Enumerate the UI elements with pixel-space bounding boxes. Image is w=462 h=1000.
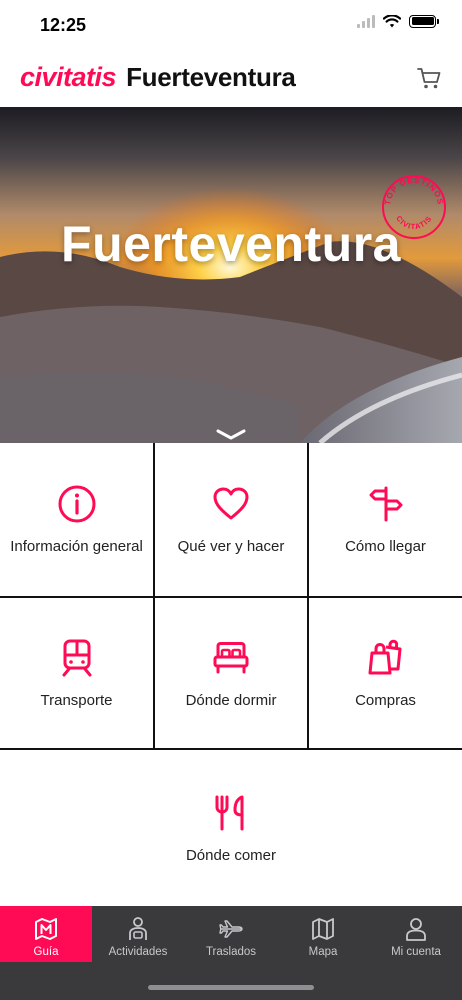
bed-icon	[213, 641, 249, 673]
plane-icon	[219, 920, 243, 938]
city-title: Fuerteventura	[126, 62, 296, 92]
activities-icon	[129, 917, 147, 940]
svg-text:CIVITATIS: CIVITATIS	[394, 214, 434, 231]
user-icon	[406, 918, 426, 941]
wifi-icon	[383, 14, 401, 27]
status-bar: 12:25	[0, 0, 462, 50]
battery-icon	[409, 14, 439, 28]
home-indicator[interactable]	[148, 985, 314, 990]
menu-label: Qué ver y hacer	[177, 538, 285, 555]
hero-landscape-image	[0, 107, 462, 443]
menu-label: Cómo llegar	[345, 538, 426, 555]
signal-icon	[357, 14, 375, 28]
chevron-down-icon[interactable]	[216, 429, 246, 441]
tab-mi-cuenta[interactable]: Mi cuenta	[370, 906, 462, 962]
info-icon	[58, 485, 95, 523]
cutlery-icon	[215, 795, 244, 830]
menu-tile-informacion-general[interactable]: Información general	[0, 443, 153, 596]
menu-tile-que-ver-y-hacer[interactable]: Qué ver y hacer	[155, 443, 307, 596]
tab-label: Guía	[33, 946, 59, 958]
menu-label: Dónde comer	[185, 846, 277, 864]
svg-text:· TOP DESTINOS ·: · TOP DESTINOS ·	[380, 173, 445, 208]
menu-label: Compras	[355, 691, 416, 709]
menu-tile-transporte[interactable]: Transporte	[0, 598, 153, 748]
tab-label: Mi cuenta	[391, 946, 441, 958]
tab-actividades[interactable]: Actividades	[92, 906, 184, 962]
map-icon	[312, 918, 334, 940]
menu-tile-como-llegar[interactable]: Cómo llegar	[309, 443, 462, 596]
status-icons	[357, 14, 439, 28]
tab-guia[interactable]: Guía	[0, 906, 92, 962]
tab-label: Traslados	[205, 946, 257, 958]
app-header: civitatis Fuerteventura	[0, 50, 462, 107]
hero-banner: Fuerteventura · TOP DESTINOS · CIVITATIS	[0, 107, 462, 443]
brand: civitatis Fuerteventura	[20, 62, 296, 93]
tab-label: Actividades	[108, 946, 168, 958]
top-destinos-badge: · TOP DESTINOS · CIVITATIS	[380, 173, 446, 239]
menu-label: Información general	[10, 538, 143, 555]
menu-label: Transporte	[40, 691, 113, 709]
menu-tile-compras[interactable]: Compras	[309, 598, 462, 748]
cart-icon[interactable]	[416, 65, 442, 91]
signpost-icon	[369, 486, 402, 522]
tab-label: Mapa	[308, 946, 338, 958]
civitatis-logo[interactable]: civitatis	[20, 62, 117, 93]
menu-label: Dónde dormir	[185, 691, 277, 709]
shopping-bags-icon	[368, 639, 401, 674]
status-time: 12:25	[40, 15, 87, 35]
menu-tile-donde-dormir[interactable]: Dónde dormir	[155, 598, 307, 748]
menu-tile-donde-comer[interactable]: Dónde comer	[0, 750, 462, 906]
tab-mapa[interactable]: Mapa	[277, 906, 369, 962]
heart-icon	[213, 487, 249, 520]
guide-menu-grid: Información general Qué ver y hacer Cómo…	[0, 443, 462, 906]
train-icon	[62, 639, 91, 676]
tab-traslados[interactable]: Traslados	[185, 906, 277, 962]
map-guide-icon	[35, 918, 57, 940]
